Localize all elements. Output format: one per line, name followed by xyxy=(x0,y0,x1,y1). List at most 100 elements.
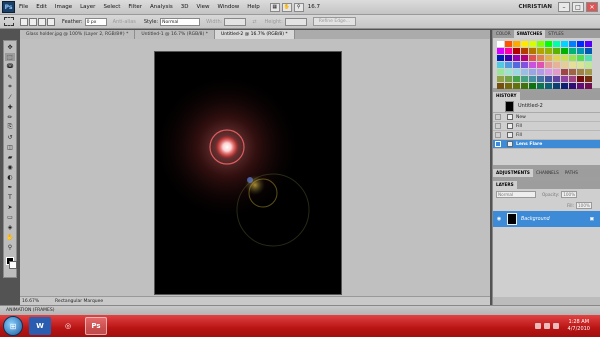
color-swatch[interactable] xyxy=(497,62,504,68)
tab-adjustments[interactable]: ADJUSTMENTS xyxy=(493,169,533,177)
color-swatch[interactable] xyxy=(537,62,544,68)
color-swatch[interactable] xyxy=(585,69,592,75)
color-swatch[interactable] xyxy=(585,41,592,47)
type-tool-icon[interactable]: T xyxy=(5,193,15,201)
color-swatch[interactable] xyxy=(553,55,560,61)
tab-paths[interactable]: PATHS xyxy=(562,169,581,177)
color-swatch[interactable] xyxy=(529,76,536,82)
menu-3d[interactable]: 3D xyxy=(181,4,189,10)
fill-input[interactable]: 100% xyxy=(576,202,592,209)
color-swatch[interactable] xyxy=(561,76,568,82)
color-swatch[interactable] xyxy=(569,76,576,82)
color-swatch[interactable] xyxy=(513,41,520,47)
menu-file[interactable]: File xyxy=(19,4,28,10)
layer-background[interactable]: ◉ Background ▣ xyxy=(493,211,600,227)
dodge-tool-icon[interactable]: ◐ xyxy=(5,173,15,181)
taskbar-browser-icon[interactable]: ◎ xyxy=(57,317,79,335)
zoom-percent-field[interactable]: 16.67% xyxy=(20,299,45,304)
eraser-tool-icon[interactable]: ◫ xyxy=(5,143,15,151)
zoom-view-icon[interactable]: ⚲ xyxy=(293,2,304,12)
color-swatch[interactable] xyxy=(545,48,552,54)
color-swatch[interactable] xyxy=(545,41,552,47)
color-swatch[interactable] xyxy=(537,48,544,54)
tab-color[interactable]: COLOR xyxy=(493,30,514,38)
visibility-eye-icon[interactable]: ◉ xyxy=(495,216,503,222)
hand-tool-icon[interactable]: ✋ xyxy=(5,233,15,241)
history-snapshot[interactable]: Untitled-2 xyxy=(493,100,600,113)
color-swatch[interactable] xyxy=(497,83,504,89)
add-selection-icon[interactable] xyxy=(29,17,37,26)
marquee-tool-icon[interactable]: ⬚ xyxy=(5,53,15,61)
menu-image[interactable]: Image xyxy=(55,4,72,10)
color-swatch[interactable] xyxy=(569,83,576,89)
swap-icon[interactable]: ⇄ xyxy=(252,19,256,25)
color-swatch[interactable] xyxy=(537,41,544,47)
marquee-preset-icon[interactable] xyxy=(4,17,14,26)
color-swatch[interactable] xyxy=(553,83,560,89)
width-input[interactable] xyxy=(224,17,247,26)
history-source-checkbox[interactable] xyxy=(495,132,501,138)
feather-input[interactable]: 0 px xyxy=(84,17,107,26)
tab-layers[interactable]: LAYERS xyxy=(493,181,517,189)
tab-untitled-1[interactable]: Untitled-1 @ 16.7% (RGB/8) * xyxy=(135,30,215,39)
color-swatch[interactable] xyxy=(505,41,512,47)
history-brush-tool-icon[interactable]: ↺ xyxy=(5,133,15,141)
maximize-button[interactable]: □ xyxy=(572,2,584,12)
color-swatch[interactable] xyxy=(545,83,552,89)
color-swatch[interactable] xyxy=(529,69,536,75)
color-swatch[interactable] xyxy=(497,76,504,82)
color-swatch[interactable] xyxy=(505,55,512,61)
height-input[interactable] xyxy=(284,17,307,26)
color-swatch[interactable] xyxy=(545,55,552,61)
close-button[interactable]: ✕ xyxy=(586,2,598,12)
color-swatch[interactable] xyxy=(553,48,560,54)
color-swatch[interactable] xyxy=(585,83,592,89)
workspace-user-label[interactable]: CHRISTIAN xyxy=(518,4,552,10)
color-swatch[interactable] xyxy=(513,76,520,82)
clone-tool-icon[interactable]: ⎘ xyxy=(5,123,15,131)
color-swatch[interactable] xyxy=(585,48,592,54)
color-swatch[interactable] xyxy=(569,69,576,75)
color-swatch[interactable] xyxy=(513,48,520,54)
color-swatch[interactable] xyxy=(505,62,512,68)
color-swatch[interactable] xyxy=(569,48,576,54)
color-swatch[interactable] xyxy=(577,48,584,54)
color-swatch[interactable] xyxy=(521,62,528,68)
eyedropper-tool-icon[interactable]: ⁄ xyxy=(5,93,15,101)
tab-untitled-2[interactable]: Untitled-2 @ 16.7% (RGB/8) * xyxy=(214,30,295,39)
menu-view[interactable]: View xyxy=(196,4,209,10)
quick-select-tool-icon[interactable]: ✎ xyxy=(5,73,15,81)
color-swatch[interactable] xyxy=(521,55,528,61)
lasso-tool-icon[interactable]: ↈ xyxy=(5,63,15,71)
color-swatch[interactable] xyxy=(529,83,536,89)
minimize-button[interactable]: – xyxy=(558,2,570,12)
history-item-lens-flare[interactable]: Lens Flare xyxy=(493,140,600,149)
tab-glass-holder[interactable]: Glass holder.jpg @ 100% (Layer 2, RGB/8#… xyxy=(20,30,136,39)
color-swatch[interactable] xyxy=(505,76,512,82)
color-swatch[interactable] xyxy=(521,76,528,82)
taskbar-clock[interactable]: 1:28 AM 4/7/2010 xyxy=(568,319,590,333)
color-swatch[interactable] xyxy=(561,69,568,75)
color-swatch[interactable] xyxy=(545,62,552,68)
color-swatch[interactable] xyxy=(585,62,592,68)
opacity-input[interactable]: 100% xyxy=(561,191,578,198)
color-swatch[interactable] xyxy=(569,41,576,47)
tray-arrow-icon[interactable] xyxy=(534,323,541,329)
gradient-tool-icon[interactable]: ▰ xyxy=(5,153,15,161)
color-swatch[interactable] xyxy=(529,48,536,54)
color-swatch[interactable] xyxy=(505,69,512,75)
taskbar-word-icon[interactable]: W xyxy=(29,317,51,335)
color-swatch[interactable] xyxy=(577,76,584,82)
menu-edit[interactable]: Edit xyxy=(36,4,47,10)
zoom-tool-icon[interactable]: ⚲ xyxy=(5,243,15,251)
color-swatch[interactable] xyxy=(561,48,568,54)
color-swatch[interactable] xyxy=(513,83,520,89)
color-swatch[interactable] xyxy=(577,83,584,89)
color-swatch[interactable] xyxy=(497,55,504,61)
color-swatch[interactable] xyxy=(577,69,584,75)
tab-styles[interactable]: STYLES xyxy=(545,30,566,38)
tray-volume-icon[interactable] xyxy=(552,323,559,329)
color-swatch[interactable] xyxy=(521,69,528,75)
document-canvas[interactable] xyxy=(155,52,341,294)
tab-swatches[interactable]: SWATCHES xyxy=(513,30,546,38)
